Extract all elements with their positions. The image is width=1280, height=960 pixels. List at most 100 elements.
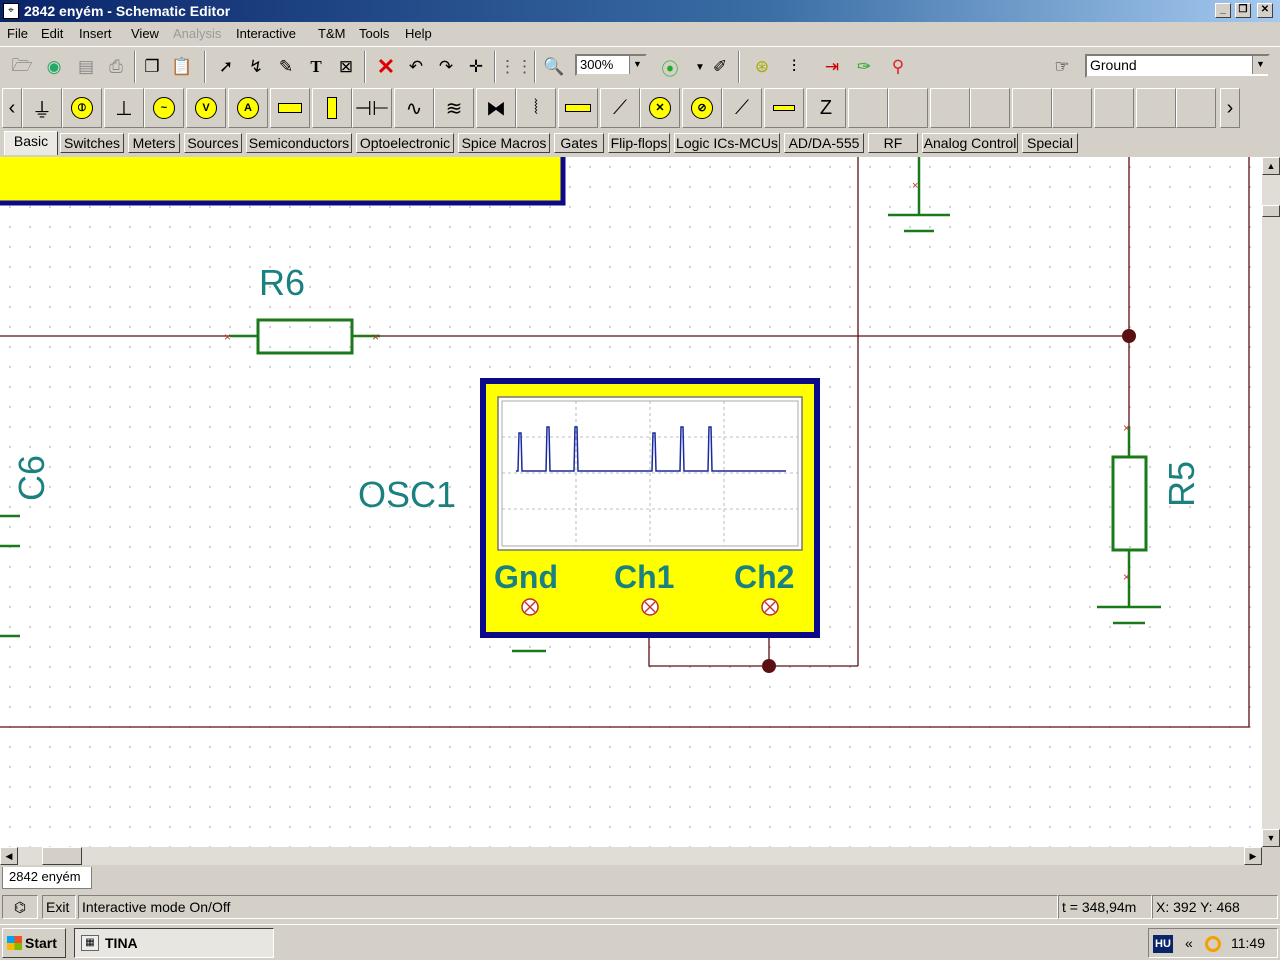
start-button[interactable]: Start [2, 928, 66, 958]
battery-icon[interactable]: ⊥ [104, 88, 144, 128]
voltmeter-component-icon[interactable]: V [186, 88, 226, 128]
tab-switches[interactable]: Switches [60, 133, 124, 153]
junction-dot[interactable] [1122, 329, 1136, 343]
component-search-icon[interactable]: ☞ [1048, 51, 1076, 83]
current-source-icon[interactable]: ⦶ [62, 88, 102, 128]
palette-scroll-right-icon[interactable]: › [1220, 88, 1240, 128]
app-icon[interactable]: ⌖ [3, 3, 19, 19]
voltage-generator-icon[interactable]: ~ [144, 88, 184, 128]
maximize-button[interactable]: ❐ [1235, 3, 1251, 18]
taskbar-item-tina[interactable]: ▦ TINA [74, 928, 274, 958]
language-indicator[interactable]: HU [1153, 935, 1173, 953]
zoom-dropdown-arrow-icon[interactable]: ▼ [629, 56, 645, 74]
yellow-panel[interactable] [0, 157, 566, 206]
save-icon[interactable]: ▤ [72, 51, 100, 83]
inductor-core-icon[interactable]: ≋ [434, 88, 474, 128]
potentiometer-icon[interactable] [312, 88, 352, 128]
wire-component-icon[interactable] [764, 88, 804, 128]
zoom-icon[interactable]: 🔍 [540, 51, 568, 83]
pencil-icon[interactable]: ✎ [272, 51, 300, 83]
varistor-icon[interactable]: ⟋ [722, 88, 762, 128]
paste-icon[interactable]: 📋 [168, 51, 196, 83]
fuse-icon[interactable] [558, 88, 598, 128]
palette-scroll-left-icon[interactable]: ‹ [2, 88, 22, 128]
menu-insert[interactable]: Insert [79, 26, 112, 41]
label-tool-icon[interactable]: ⊠ [332, 51, 360, 83]
tab-semiconductors[interactable]: Semiconductors [246, 133, 352, 153]
vertical-scrollbar[interactable]: ▲ ▼ [1262, 157, 1280, 847]
undo-icon[interactable]: ↶ [402, 51, 430, 83]
voltmeter-icon[interactable]: ⊛ [748, 51, 776, 83]
impedance-icon[interactable]: Z [806, 88, 846, 128]
tab-spice-macros[interactable]: Spice Macros [458, 133, 550, 153]
pin-icon[interactable]: ⚲ [884, 51, 912, 83]
wire-tool-icon[interactable]: ↯ [242, 51, 270, 83]
transient-analysis-icon[interactable]: ⦿ [656, 51, 684, 83]
tab-gates[interactable]: Gates [554, 133, 604, 153]
tab-optoelectronic[interactable]: Optoelectronic [356, 133, 454, 153]
close-button[interactable]: ✕ [1257, 3, 1273, 18]
meter-switch-icon[interactable]: ⫶ [780, 51, 808, 83]
motor-icon[interactable]: ⊘ [682, 88, 722, 128]
scroll-right-icon[interactable]: ▶ [1244, 847, 1262, 865]
component-combo[interactable]: Ground ▼ [1085, 54, 1270, 78]
scroll-left-icon[interactable]: ◀ [0, 847, 18, 865]
menu-tools[interactable]: Tools [359, 26, 389, 41]
horizontal-scroll-thumb[interactable] [42, 847, 82, 865]
tab-ad-da-555[interactable]: AD/DA-555 [784, 133, 864, 153]
led-icon[interactable]: ⇥ [818, 51, 846, 83]
menu-file[interactable]: File [7, 26, 28, 41]
horizontal-scrollbar[interactable]: ◀ ▶ [0, 847, 1262, 865]
osc1-label[interactable]: OSC1 [358, 474, 456, 515]
tab-special[interactable]: Special [1022, 133, 1078, 153]
resistor-icon[interactable] [270, 88, 310, 128]
schematic-canvas[interactable]: × × × R6 × × R5 C6 OSC1 Gnd Ch1 Ch2 [0, 157, 1262, 847]
menu-analysis[interactable]: Analysis [173, 26, 221, 41]
c6-label[interactable]: C6 [11, 455, 52, 501]
component-dropdown-arrow-icon[interactable]: ▼ [1252, 56, 1268, 74]
menu-help[interactable]: Help [405, 26, 432, 41]
lamp-icon[interactable]: ✕ [640, 88, 680, 128]
copy-icon[interactable]: ❐ [138, 51, 166, 83]
grid-icon[interactable]: ⋮⋮ [499, 51, 533, 83]
menu-interactive[interactable]: Interactive [236, 26, 296, 41]
tray-app-icon[interactable] [1205, 936, 1221, 952]
tab-logic-ics[interactable]: Logic ICs-MCUs [674, 133, 780, 153]
junction-icon[interactable]: ✛ [462, 51, 490, 83]
capacitor-c6[interactable] [0, 514, 20, 638]
switch-icon[interactable]: ⟋ [600, 88, 640, 128]
redo-icon[interactable]: ↷ [432, 51, 460, 83]
pen-green-icon[interactable]: ✑ [850, 51, 878, 83]
tray-expand-icon[interactable]: « [1185, 935, 1193, 951]
menu-edit[interactable]: Edit [41, 26, 63, 41]
tab-meters[interactable]: Meters [128, 133, 180, 153]
r5-label[interactable]: R5 [1161, 461, 1202, 507]
text-tool-icon[interactable]: T [302, 51, 330, 83]
zoom-select[interactable]: 300% ▼ [575, 54, 647, 76]
minimize-button[interactable]: _ [1215, 3, 1231, 18]
ground-component-icon[interactable]: ⏚ [22, 88, 62, 128]
inductor-icon[interactable]: ∿ [394, 88, 434, 128]
resistor-r6[interactable] [230, 318, 380, 355]
menu-view[interactable]: View [131, 26, 159, 41]
junction-dot[interactable] [762, 659, 776, 673]
tab-rf[interactable]: RF [868, 133, 918, 153]
exit-button[interactable]: Exit [42, 895, 76, 919]
ammeter-component-icon[interactable]: A [228, 88, 268, 128]
oscilloscope-osc1[interactable] [480, 378, 820, 638]
probe-icon[interactable]: ✐ [706, 51, 734, 83]
transformer-icon[interactable]: ⧓ [476, 88, 516, 128]
r6-label[interactable]: R6 [259, 262, 305, 303]
interactive-mode-icon[interactable]: ⌬ [2, 895, 38, 919]
tab-flip-flops[interactable]: Flip-flops [608, 133, 670, 153]
globe-icon[interactable]: ◉ [40, 51, 68, 83]
transformer-core-icon[interactable]: ⦚ [516, 88, 556, 128]
resistor-r5[interactable] [1097, 427, 1161, 625]
tab-sources[interactable]: Sources [184, 133, 242, 153]
delete-icon[interactable]: ✕ [372, 51, 400, 83]
open-icon[interactable]: 🗁 [8, 51, 36, 83]
scroll-up-icon[interactable]: ▲ [1262, 157, 1280, 175]
tab-analog-control[interactable]: Analog Control [922, 133, 1018, 153]
vertical-scroll-thumb[interactable] [1262, 205, 1280, 217]
document-tab[interactable]: 2842 enyém [2, 867, 92, 889]
